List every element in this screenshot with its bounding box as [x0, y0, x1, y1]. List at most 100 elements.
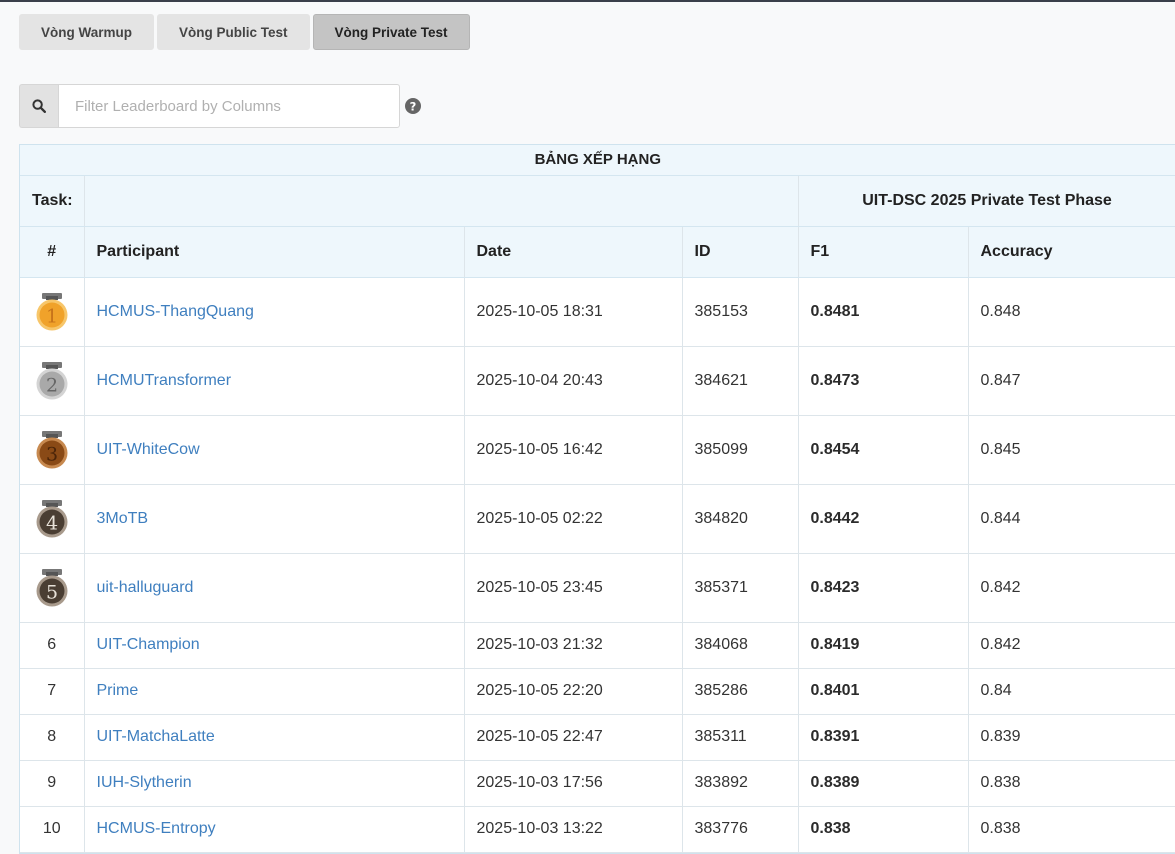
- id-cell: 383776: [682, 806, 799, 853]
- medal-icon: 4: [36, 499, 68, 537]
- table-row: 3 UIT-WhiteCow 2025-10-05 16:42 385099 0.845…: [20, 415, 1175, 485]
- participant-cell: IUH-Slytherin: [84, 760, 465, 807]
- accuracy-cell: 0.848: [968, 277, 1175, 347]
- rank-number: 2: [46, 374, 58, 396]
- date-cell: 2025-10-04 20:43: [464, 346, 683, 416]
- date-cell: 2025-10-05 22:47: [464, 714, 683, 761]
- participant-cell: UIT-WhiteCow: [84, 415, 465, 485]
- date-cell: 2025-10-03 17:56: [464, 760, 683, 807]
- date-cell: 2025-10-05 02:22: [464, 484, 683, 554]
- task-spacer: [84, 175, 799, 227]
- rank-cell: 1: [20, 277, 85, 347]
- rank-cell: 5: [20, 553, 85, 623]
- rank-cell: 7: [20, 668, 85, 715]
- rank-cell: 2: [20, 346, 85, 416]
- column-header-rank[interactable]: #: [20, 226, 85, 278]
- participant-cell: HCMUS-Entropy: [84, 806, 465, 853]
- f1-cell: 0.838: [798, 806, 969, 853]
- participant-link[interactable]: UIT-WhiteCow: [97, 441, 200, 458]
- table-row: 2 HCMUTransformer 2025-10-04 20:43 384621 0.…: [20, 346, 1175, 416]
- participant-link[interactable]: UIT-Champion: [97, 636, 200, 653]
- participant-cell: HCMUS-ThangQuang: [84, 277, 465, 347]
- date-cell: 2025-10-05 18:31: [464, 277, 683, 347]
- leaderboard-filter: [19, 84, 400, 128]
- rank-number: 4: [46, 512, 58, 534]
- date-cell: 2025-10-03 21:32: [464, 622, 683, 669]
- filter-input[interactable]: [58, 84, 400, 128]
- question-circle-icon[interactable]: ?: [405, 98, 421, 114]
- column-header-accuracy[interactable]: Accuracy: [968, 226, 1175, 278]
- id-cell: 383892: [682, 760, 799, 807]
- participant-cell: HCMUTransformer: [84, 346, 465, 416]
- svg-text:?: ?: [410, 99, 417, 113]
- id-cell: 385153: [682, 277, 799, 347]
- f1-cell: 0.8454: [798, 415, 969, 485]
- f1-cell: 0.8401: [798, 668, 969, 715]
- rank-number: 3: [46, 443, 58, 465]
- f1-cell: 0.8442: [798, 484, 969, 554]
- accuracy-cell: 0.842: [968, 622, 1175, 669]
- participant-link[interactable]: HCMUTransformer: [97, 372, 232, 389]
- f1-cell: 0.8389: [798, 760, 969, 807]
- task-label: Task:: [20, 175, 85, 227]
- participant-link[interactable]: 3MoTB: [97, 510, 149, 527]
- table-row: 8 UIT-MatchaLatte 2025-10-05 22:47 385311 0.…: [20, 714, 1175, 761]
- column-header-id[interactable]: ID: [682, 226, 799, 278]
- date-cell: 2025-10-03 13:22: [464, 806, 683, 853]
- rank-number: 1: [46, 305, 58, 327]
- rank-cell: 4: [20, 484, 85, 554]
- accuracy-cell: 0.845: [968, 415, 1175, 485]
- rank-cell: 9: [20, 760, 85, 807]
- medal-icon: 3: [36, 430, 68, 468]
- medal-icon: 2: [36, 361, 68, 399]
- id-cell: 384621: [682, 346, 799, 416]
- leaderboard-title: BẢNG XẾP HẠNG: [20, 145, 1175, 176]
- tab-private-test[interactable]: Vòng Private Test: [312, 14, 470, 50]
- id-cell: 385371: [682, 553, 799, 623]
- column-header-participant[interactable]: Participant: [84, 226, 465, 278]
- column-header-f1[interactable]: F1: [798, 226, 969, 278]
- tab-warmup[interactable]: Vòng Warmup: [19, 14, 154, 50]
- participant-link[interactable]: HCMUS-ThangQuang: [97, 303, 254, 320]
- accuracy-cell: 0.84: [968, 668, 1175, 715]
- accuracy-cell: 0.838: [968, 806, 1175, 853]
- rank-cell: 6: [20, 622, 85, 669]
- table-row: 4 3MoTB 2025-10-05 02:22 384820 0.8442 0.844: [20, 484, 1175, 554]
- table-row: 10 HCMUS-Entropy 2025-10-03 13:22 383776 0.8…: [20, 806, 1175, 853]
- rank-cell: 8: [20, 714, 85, 761]
- rank-number: 5: [46, 581, 58, 603]
- participant-link[interactable]: Prime: [97, 682, 139, 699]
- accuracy-cell: 0.847: [968, 346, 1175, 416]
- participant-cell: UIT-MatchaLatte: [84, 714, 465, 761]
- search-icon[interactable]: [19, 84, 58, 128]
- f1-cell: 0.8423: [798, 553, 969, 623]
- date-cell: 2025-10-05 23:45: [464, 553, 683, 623]
- table-row: 7 Prime 2025-10-05 22:20 385286 0.8401 0.84: [20, 668, 1175, 715]
- table-row: 6 UIT-Champion 2025-10-03 21:32 384068 0.841…: [20, 622, 1175, 669]
- table-row: 9 IUH-Slytherin 2025-10-03 17:56 383892 0.83…: [20, 760, 1175, 807]
- accuracy-cell: 0.842: [968, 553, 1175, 623]
- accuracy-cell: 0.844: [968, 484, 1175, 554]
- leaderboard-table: BẢNG XẾP HẠNG Task: UIT-DSC 2025 Private…: [19, 144, 1175, 854]
- participant-link[interactable]: UIT-MatchaLatte: [97, 728, 215, 745]
- accuracy-cell: 0.838: [968, 760, 1175, 807]
- accuracy-cell: 0.839: [968, 714, 1175, 761]
- phase-name: UIT-DSC 2025 Private Test Phase: [798, 175, 1175, 227]
- phase-tabs: Vòng Warmup Vòng Public Test Vòng Privat…: [19, 14, 470, 50]
- participant-cell: 3MoTB: [84, 484, 465, 554]
- id-cell: 385099: [682, 415, 799, 485]
- tab-public-test[interactable]: Vòng Public Test: [157, 14, 310, 50]
- participant-link[interactable]: uit-halluguard: [97, 579, 194, 596]
- medal-icon: 5: [36, 568, 68, 606]
- date-cell: 2025-10-05 22:20: [464, 668, 683, 715]
- date-cell: 2025-10-05 16:42: [464, 415, 683, 485]
- id-cell: 385311: [682, 714, 799, 761]
- rank-cell: 10: [20, 806, 85, 853]
- id-cell: 384068: [682, 622, 799, 669]
- f1-cell: 0.8391: [798, 714, 969, 761]
- f1-cell: 0.8419: [798, 622, 969, 669]
- column-header-date[interactable]: Date: [464, 226, 683, 278]
- participant-link[interactable]: IUH-Slytherin: [97, 774, 192, 791]
- table-row: 5 uit-halluguard 2025-10-05 23:45 385371 0.8…: [20, 553, 1175, 623]
- participant-link[interactable]: HCMUS-Entropy: [97, 820, 216, 837]
